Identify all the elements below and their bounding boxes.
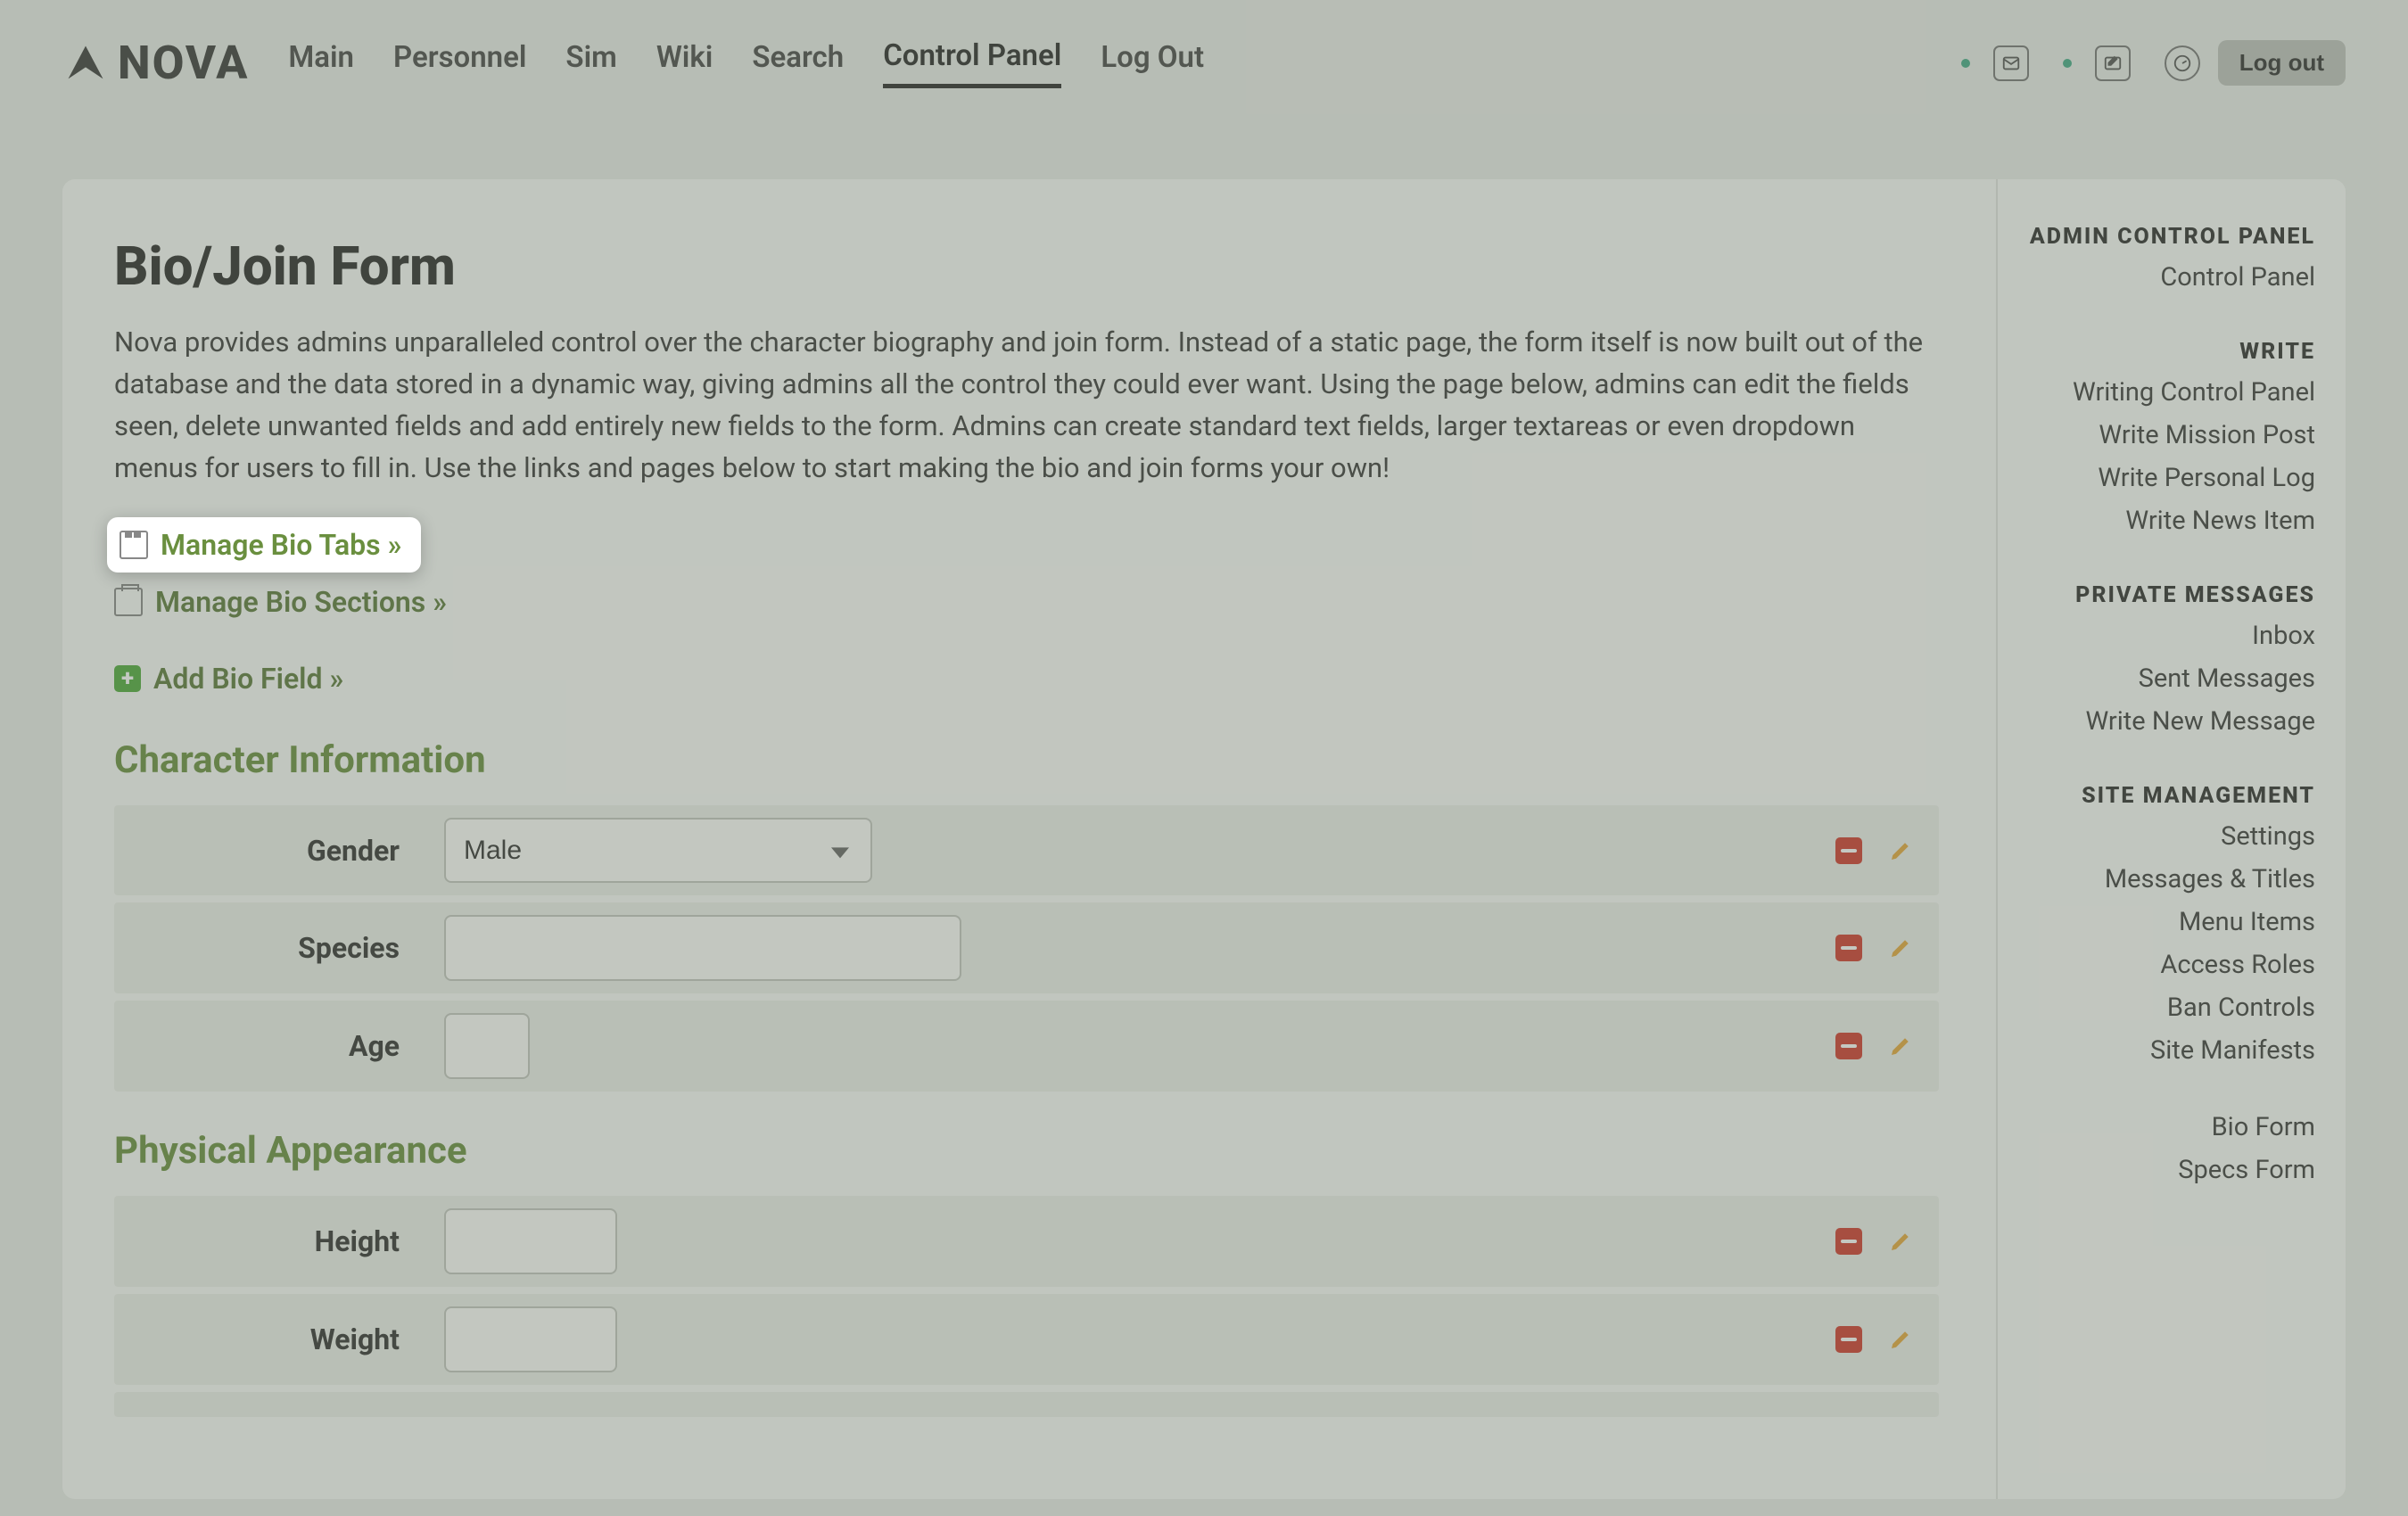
topbar-right: Log out <box>1961 40 2346 86</box>
edit-icon[interactable] <box>1887 1033 1914 1059</box>
manage-bio-tabs-label: Manage Bio Tabs » <box>161 528 401 562</box>
sidebar-link-inbox[interactable]: Inbox <box>1998 621 2315 651</box>
delete-icon[interactable] <box>1835 1326 1862 1353</box>
nav-search[interactable]: Search <box>752 40 844 86</box>
write-icon[interactable] <box>2095 45 2131 81</box>
page-title: Bio/Join Form <box>114 235 1939 298</box>
sidebar-link-settings[interactable]: Settings <box>1998 821 2315 852</box>
sidebar-link-bio-form[interactable]: Bio Form <box>1998 1112 2315 1142</box>
page-panel: Bio/Join Form Nova provides admins unpar… <box>62 179 2346 1499</box>
nav-wiki[interactable]: Wiki <box>656 40 713 86</box>
field-label: Height <box>114 1224 444 1258</box>
sidebar-group: WRITE Writing Control Panel Write Mission … <box>1998 339 2315 536</box>
nova-logo-icon <box>62 40 109 87</box>
sidebar-group: SITE MANAGEMENT Settings Messages & Titles… <box>1998 783 2315 1066</box>
edit-icon[interactable] <box>1887 1326 1914 1353</box>
height-input[interactable] <box>444 1208 617 1274</box>
field-row <box>114 1392 1939 1417</box>
sidebar-group-title: ADMIN CONTROL PANEL <box>1998 224 2315 250</box>
nav-sim[interactable]: Sim <box>565 40 616 86</box>
nav-personnel[interactable]: Personnel <box>393 40 526 86</box>
status-dot-icon <box>2063 59 2072 68</box>
field-label: Species <box>114 931 444 965</box>
edit-icon[interactable] <box>1887 1228 1914 1255</box>
add-bio-field-link[interactable]: + Add Bio Field » <box>114 662 1939 696</box>
edit-icon[interactable] <box>1887 837 1914 864</box>
sidebar-group: ADMIN CONTROL PANEL Control Panel <box>1998 224 2315 292</box>
tabs-icon <box>120 531 148 559</box>
field-row: Height <box>114 1196 1939 1287</box>
section-heading: Character Information <box>114 738 1939 782</box>
sections-icon <box>114 588 143 616</box>
delete-icon[interactable] <box>1835 837 1862 864</box>
age-input[interactable] <box>444 1013 530 1079</box>
sidebar-link-control-panel[interactable]: Control Panel <box>1998 262 2315 292</box>
sidebar-link-sent-messages[interactable]: Sent Messages <box>1998 663 2315 694</box>
delete-icon[interactable] <box>1835 935 1862 961</box>
sidebar-link-writing-control-panel[interactable]: Writing Control Panel <box>1998 377 2315 408</box>
manage-bio-sections-link[interactable]: Manage Bio Sections » <box>114 585 1939 619</box>
delete-icon[interactable] <box>1835 1228 1862 1255</box>
sidebar-group: PRIVATE MESSAGES Inbox Sent Messages Write … <box>1998 582 2315 737</box>
field-label: Weight <box>114 1322 444 1356</box>
weight-input[interactable] <box>444 1306 617 1372</box>
field-row: GenderMale <box>114 805 1939 895</box>
field-row: Age <box>114 1001 1939 1092</box>
field-label: Age <box>114 1029 444 1063</box>
page-intro: Nova provides admins unparalleled contro… <box>114 321 1939 489</box>
edit-icon[interactable] <box>1887 935 1914 961</box>
sidebar-link-menu-items[interactable]: Menu Items <box>1998 907 2315 937</box>
brand-text: NOVA <box>118 36 249 90</box>
sidebar: ADMIN CONTROL PANEL Control Panel WRITE Wri… <box>1998 179 2346 1499</box>
nav-main[interactable]: Main <box>288 40 354 86</box>
delete-icon[interactable] <box>1835 1033 1862 1059</box>
add-bio-field-label: Add Bio Field » <box>153 662 343 696</box>
field-row: Species <box>114 902 1939 993</box>
logout-button[interactable]: Log out <box>2218 40 2346 86</box>
sidebar-group-title: SITE MANAGEMENT <box>1998 783 2315 809</box>
brand-logo[interactable]: NOVA <box>62 36 249 90</box>
dashboard-icon[interactable] <box>2165 45 2200 81</box>
sidebar-group: Bio Form Specs Form <box>1998 1112 2315 1185</box>
sidebar-link-messages-titles[interactable]: Messages & Titles <box>1998 864 2315 894</box>
sidebar-link-access-roles[interactable]: Access Roles <box>1998 950 2315 980</box>
status-dot-icon <box>1961 59 1970 68</box>
mail-icon[interactable] <box>1993 45 2029 81</box>
field-row: Weight <box>114 1294 1939 1385</box>
sidebar-group-title: PRIVATE MESSAGES <box>1998 582 2315 608</box>
plus-icon: + <box>114 665 141 692</box>
field-label: Gender <box>114 834 444 868</box>
gender-select[interactable]: Male <box>444 818 872 883</box>
main-nav: Main Personnel Sim Wiki Search Control Panel L… <box>288 38 1204 88</box>
nav-control-panel[interactable]: Control Panel <box>883 38 1061 88</box>
sidebar-link-write-mission-post[interactable]: Write Mission Post <box>1998 420 2315 450</box>
manage-bio-tabs-link[interactable]: Manage Bio Tabs » <box>107 517 421 573</box>
sidebar-link-specs-form[interactable]: Specs Form <box>1998 1155 2315 1185</box>
nav-log-out[interactable]: Log Out <box>1101 40 1204 86</box>
section-heading: Physical Appearance <box>114 1129 1939 1173</box>
manage-bio-sections-label: Manage Bio Sections » <box>155 585 447 619</box>
species-input[interactable] <box>444 915 961 981</box>
sidebar-link-site-manifests[interactable]: Site Manifests <box>1998 1035 2315 1066</box>
sidebar-link-write-news-item[interactable]: Write News Item <box>1998 506 2315 536</box>
sidebar-link-ban-controls[interactable]: Ban Controls <box>1998 993 2315 1023</box>
sidebar-link-write-new-message[interactable]: Write New Message <box>1998 706 2315 737</box>
sidebar-group-title: WRITE <box>1998 339 2315 365</box>
sidebar-link-write-personal-log[interactable]: Write Personal Log <box>1998 463 2315 493</box>
main-column: Bio/Join Form Nova provides admins unpar… <box>62 179 1998 1499</box>
top-bar: NOVA Main Personnel Sim Wiki Search Control P… <box>0 0 2408 90</box>
